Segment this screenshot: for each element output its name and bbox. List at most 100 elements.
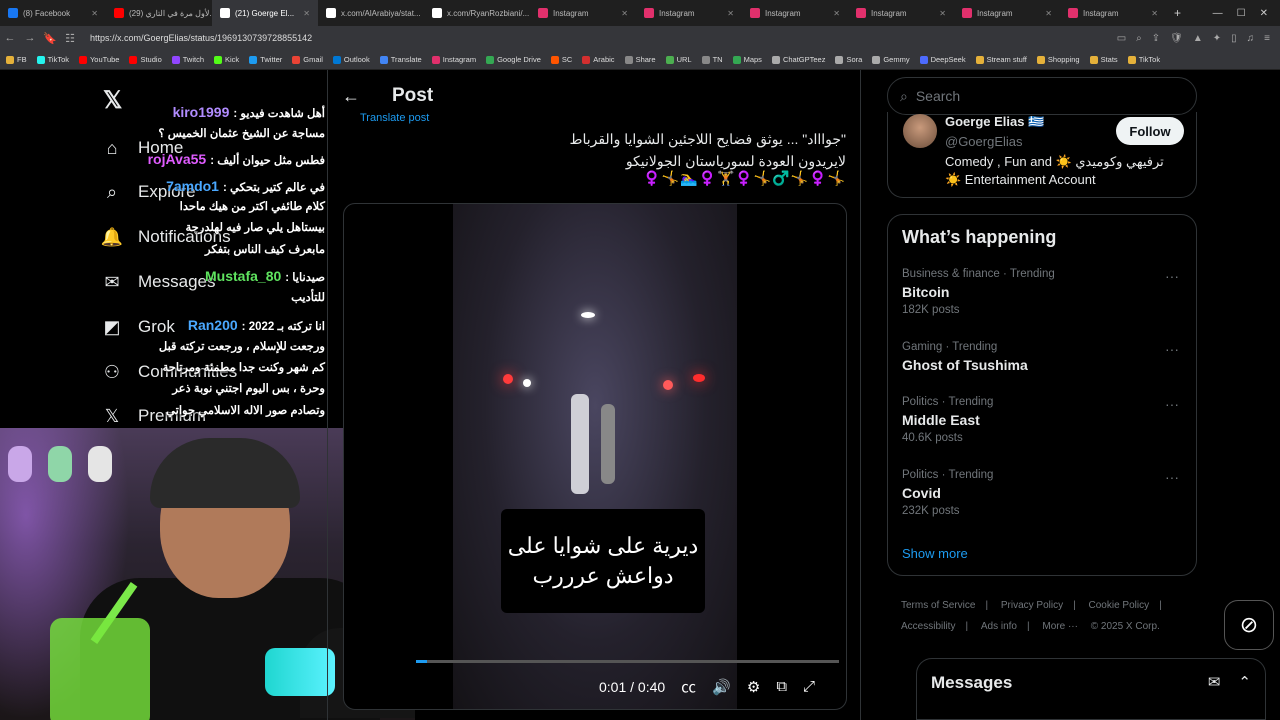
pip-icon[interactable]: ⧉	[776, 678, 787, 695]
new-tab-button[interactable]: +	[1166, 6, 1189, 20]
tab-close-icon[interactable]: ✕	[833, 9, 840, 18]
back-arrow-icon[interactable]: ←	[328, 86, 374, 107]
bookmark-item[interactable]: Twitch	[171, 55, 204, 64]
sidebar-icon[interactable]: ▯	[1231, 33, 1237, 44]
show-more-link[interactable]: Show more	[902, 546, 968, 561]
site-settings-icon[interactable]: ☷	[60, 32, 80, 45]
extension-icon[interactable]: ▲	[1193, 33, 1203, 44]
more-icon[interactable]: ···	[1165, 469, 1179, 485]
bookmark-icon[interactable]: 🔖	[40, 32, 60, 45]
bookmark-item[interactable]: Outlook	[332, 55, 370, 64]
browser-tab[interactable]: x.com/AlArabiya/stat...✕	[318, 0, 424, 26]
back-icon[interactable]: ←	[0, 32, 20, 44]
bookmark-item[interactable]: TikTok	[36, 55, 69, 64]
tab-close-icon[interactable]: ✕	[303, 9, 310, 18]
trend-item[interactable]: Politics · Trending Covid 232K posts ···	[902, 469, 1187, 517]
more-icon[interactable]: ···	[1165, 396, 1179, 412]
media-icon[interactable]: ♫	[1247, 33, 1255, 44]
bookmark-item[interactable]: Arabic	[582, 55, 615, 64]
trend-item[interactable]: Business & finance · Trending Bitcoin 18…	[902, 268, 1187, 316]
bookmark-item[interactable]: Stream stuff	[975, 55, 1027, 64]
volume-icon[interactable]: 🔊	[712, 678, 731, 696]
tab-close-icon[interactable]: ✕	[621, 9, 628, 18]
browser-tab[interactable]: Instagram ✕	[636, 0, 742, 26]
profile-name[interactable]: Goerge Elias 🇬🇷	[945, 114, 1044, 130]
footer-link[interactable]: Privacy Policy	[1001, 600, 1063, 611]
bookmark-item[interactable]: TN	[701, 55, 723, 64]
bookmark-item[interactable]: Google Drive	[486, 55, 541, 64]
brave-shield-icon[interactable]: 🛡	[1170, 33, 1183, 44]
fullscreen-icon[interactable]: ⤢	[803, 678, 815, 695]
chevron-up-icon[interactable]: ⌃	[1238, 673, 1251, 691]
grok-button[interactable]: ⊘	[1224, 600, 1274, 650]
captions-icon[interactable]: ㏄	[681, 676, 696, 697]
tab-close-icon[interactable]: ✕	[727, 9, 734, 18]
bookmark-item[interactable]: DeepSeek	[919, 55, 966, 64]
bookmark-item[interactable]: Twitter	[249, 55, 282, 64]
avatar[interactable]	[903, 114, 937, 148]
bookmark-item[interactable]: Gemmy	[872, 55, 910, 64]
footer-link[interactable]: Accessibility	[901, 621, 955, 632]
footer-link[interactable]: More ···	[1042, 621, 1078, 632]
profile-bio: ☀️ Entertainment Account	[945, 172, 1096, 187]
bookmark-item[interactable]: Stats	[1089, 55, 1118, 64]
browser-tab[interactable]: Instagram ✕	[848, 0, 954, 26]
follow-button[interactable]: Follow	[1116, 117, 1184, 145]
browser-tab[interactable]: Instagram ✕	[530, 0, 636, 26]
tab-close-icon[interactable]: ✕	[939, 9, 946, 18]
new-message-icon[interactable]: ✉	[1208, 673, 1221, 691]
close-window-icon[interactable]: ✕	[1260, 8, 1268, 19]
browser-tab[interactable]: (21) Goerge El... ✕	[212, 0, 318, 26]
bookmarks-bar: FB TikTok YouTube Studio Twitch Kick Twitter Gm…	[0, 50, 1280, 70]
bookmark-item[interactable]: Translate	[379, 55, 422, 64]
puzzle-icon[interactable]: ✦	[1213, 33, 1221, 44]
url-input[interactable]: https://x.com/GoergElias/status/19691307…	[90, 33, 312, 43]
search-input[interactable]: ⌕ Search	[887, 77, 1197, 115]
bookmark-item[interactable]: Kick	[214, 55, 239, 64]
browser-tab[interactable]: (8) Facebook ✕	[0, 0, 106, 26]
bookmark-item[interactable]: Gmail	[292, 55, 323, 64]
bookmark-item[interactable]: SC	[550, 55, 572, 64]
bookmark-item[interactable]: Instagram	[431, 55, 476, 64]
tab-close-icon[interactable]: ✕	[1045, 9, 1052, 18]
share-icon[interactable]: ⇪	[1152, 33, 1160, 44]
video-progress-bar[interactable]	[416, 660, 839, 663]
messages-drawer[interactable]: Messages ✉ ⌃	[916, 658, 1266, 720]
minimize-icon[interactable]: —	[1213, 8, 1223, 19]
footer-link[interactable]: Terms of Service	[901, 600, 975, 611]
translate-post-link[interactable]: Translate post	[360, 112, 429, 124]
bookmark-item[interactable]: URL	[665, 55, 692, 64]
bookmark-item[interactable]: ChatGPTeez	[771, 55, 825, 64]
bookmark-item[interactable]: Studio	[129, 55, 162, 64]
bookmark-item[interactable]: Shopping	[1036, 55, 1080, 64]
zoom-icon[interactable]: ⌕	[1136, 33, 1142, 44]
more-icon[interactable]: ···	[1165, 341, 1179, 357]
tab-close-icon[interactable]: ✕	[1151, 9, 1158, 18]
bookmark-item[interactable]: TikTok	[1127, 55, 1160, 64]
more-icon[interactable]: ···	[1165, 268, 1179, 284]
menu-icon[interactable]: ≡	[1264, 33, 1270, 44]
bookmark-item[interactable]: FB	[6, 55, 27, 64]
chat-text: كلام طائفي اكتر من هيك ماحدا	[179, 201, 325, 213]
footer-link[interactable]: Ads info	[981, 621, 1017, 632]
maximize-icon[interactable]: ☐	[1237, 8, 1246, 19]
trend-item[interactable]: Politics · Trending Middle East 40.6K po…	[902, 396, 1187, 444]
bookmark-item[interactable]: Share	[624, 55, 656, 64]
browser-tab[interactable]: Instagram ✕	[954, 0, 1060, 26]
footer-link[interactable]: Cookie Policy	[1089, 600, 1150, 611]
video-player[interactable]: ديرية على شوايا على دواعش عرررب 0:01 / 0…	[343, 203, 847, 710]
settings-gear-icon[interactable]: ⚙	[747, 678, 760, 696]
tab-close-icon[interactable]: ✕	[91, 9, 98, 18]
forward-icon[interactable]: →	[20, 32, 40, 44]
browser-tab[interactable]: Instagram ✕	[1060, 0, 1166, 26]
browser-tab[interactable]: (29) لأول مرة في التاري...✕	[106, 0, 212, 26]
browser-tab[interactable]: Instagram ✕	[742, 0, 848, 26]
bookmark-item[interactable]: Maps	[732, 55, 762, 64]
bookmark-item[interactable]: YouTube	[78, 55, 119, 64]
trend-item[interactable]: Gaming · Trending Ghost of Tsushima ···	[902, 341, 1187, 373]
tab-favicon-icon	[1068, 8, 1078, 18]
browser-tab[interactable]: x.com/RyanRozbiani/...✕	[424, 0, 530, 26]
cast-icon[interactable]: ▭	[1117, 33, 1126, 44]
bookmark-item[interactable]: Sora	[835, 55, 862, 64]
chat-message: مابعرف كيف الناس بتفكر	[4, 242, 325, 256]
